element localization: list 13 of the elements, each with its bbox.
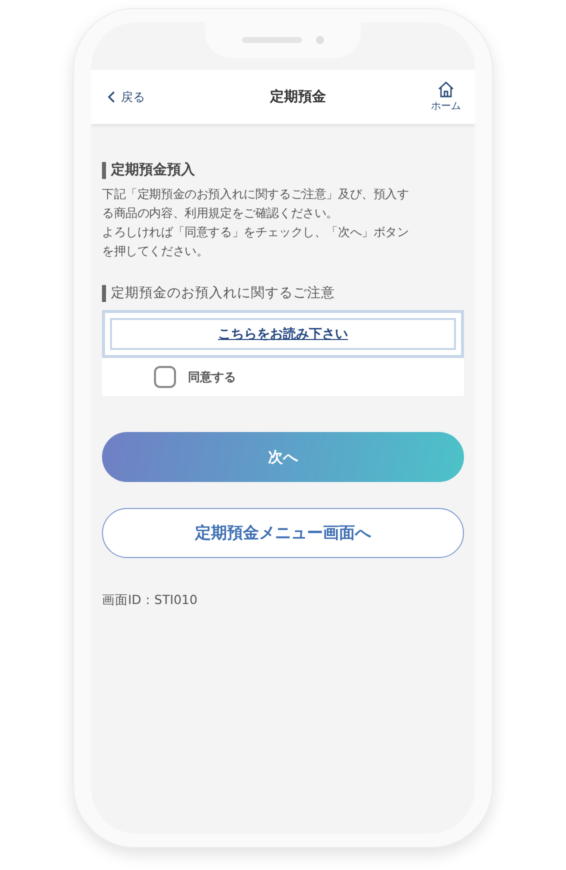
- screen-id: 画面ID：STI010: [102, 592, 198, 609]
- section-heading: 定期預金預入: [102, 162, 464, 179]
- page-title: 定期預金: [270, 88, 326, 106]
- agree-label: 同意する: [188, 368, 236, 386]
- back-link[interactable]: 戻る: [107, 88, 145, 106]
- agree-checkbox[interactable]: [154, 366, 176, 388]
- menu-button[interactable]: 定期預金メニュー画面へ: [102, 508, 464, 558]
- chevron-left-icon: [107, 91, 116, 103]
- read-here-link[interactable]: こちらをお読み下さい: [218, 325, 348, 343]
- description-text: 下記「定期預金のお預入れに関するご注意」及び、預入す る商品の内容、利用規定をご確認ください。 よろしければ「同意する」をチェックし、「次へ」ボタン を押してください。: [102, 186, 410, 260]
- notice-heading: 定期預金のお預入れに関するご注意: [102, 285, 464, 302]
- home-icon: [437, 81, 455, 98]
- home-button[interactable]: ホーム: [431, 81, 461, 113]
